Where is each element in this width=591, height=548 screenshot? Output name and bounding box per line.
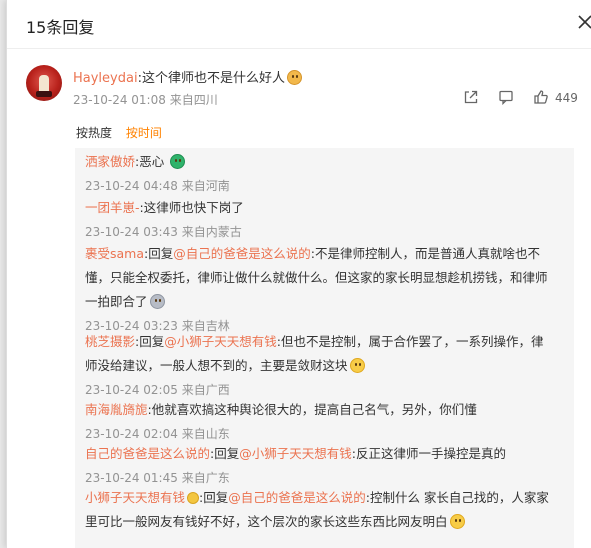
like-count: 449 — [555, 91, 578, 105]
reply-username[interactable]: 小狮子天天想有钱 — [85, 490, 185, 505]
replies-dialog: 15条回复 Hayleydai:这个律师也不是什么好人 23-10-24 01:… — [6, 0, 591, 548]
reply-time: 23-10-24 01:45 — [85, 471, 178, 485]
reply-username[interactable]: 洒家傲娇 — [85, 154, 135, 169]
reply-text: :恶心 — [135, 154, 165, 169]
reply-username[interactable]: 南海胤旖旎 — [85, 402, 148, 417]
main-comment-line: Hayleydai:这个律师也不是什么好人 — [73, 67, 302, 86]
reply-item: 裹受sama:回复@自己的爸爸是这么说的:不是律师控制人，而是普通人真就啥也不 … — [85, 242, 565, 338]
main-comment-text: :这个律师也不是什么好人 — [137, 71, 285, 86]
main-comment-meta: 23-10-24 01:08 来自四川 — [73, 91, 218, 108]
reply-text: :反正这律师一手操控是真的 — [351, 446, 506, 461]
share-icon[interactable] — [463, 89, 479, 105]
reply-item: 南海胤旖旎:他就喜欢搞这种舆论很大的，提高自己名气，另外，你们懂 23-10-2… — [85, 398, 565, 446]
cat-emoji-icon — [286, 70, 302, 85]
reply-text: :不是律师控制人，而是普通人真就啥也不 — [310, 246, 540, 261]
reply-location: 来自山东 — [181, 427, 230, 441]
reply-text: :但也不是控制，属于合作罢了，一系列操作，律 — [276, 334, 544, 349]
reply-item: 小狮子天天想有钱 :回复@自己的爸爸是这么说的:控制什么 家长自己找的，人家家 里… — [85, 486, 565, 534]
reply-thread: 洒家傲娇:恶心 23-10-24 04:48 来自河南 一团羊崽-:这律师也快下… — [75, 148, 574, 548]
reply-mention[interactable]: @小狮子天天想有钱 — [164, 334, 277, 349]
reply-username[interactable]: 桃芝摄影 — [85, 334, 135, 349]
reply-prefix: :回复 — [135, 334, 165, 349]
reply-time: 23-10-24 04:48 — [85, 179, 178, 193]
reply-time: 23-10-24 02:04 — [85, 427, 178, 441]
reply-prefix: :回复 — [144, 246, 174, 261]
reply-location: 来自广东 — [181, 471, 230, 485]
reply-item: 桃芝摄影:回复@小狮子天天想有钱:但也不是控制，属于合作罢了，一系列操作，律 师… — [85, 330, 565, 402]
like-icon[interactable] — [533, 89, 549, 105]
reply-text-cont: 懂，只能全权委托，律师让做什么就做什么。但这家的家长明显想趁机捞钱，和律师 — [85, 270, 548, 285]
reply-text-cont: 师没给建议，一般人想不到的，主要是敛财这块 — [85, 358, 348, 373]
reply-prefix: :回复 — [199, 490, 229, 505]
reply-item: 洒家傲娇:恶心 23-10-24 04:48 来自河南 — [85, 150, 565, 198]
reply-location: 来自广西 — [181, 383, 230, 397]
reply-location: 来自河南 — [181, 179, 230, 193]
reply-username[interactable]: 裹受sama — [85, 246, 144, 261]
green-emoji-icon — [170, 154, 186, 169]
main-comment-username[interactable]: Hayleydai — [73, 71, 138, 86]
reply-text: :这律师也快下岗了 — [139, 200, 244, 215]
close-icon[interactable] — [575, 12, 591, 32]
reply-location: 来自内蒙古 — [181, 225, 242, 239]
dialog-title: 15条回复 — [26, 18, 95, 37]
reply-time: 23-10-24 03:43 — [85, 225, 178, 239]
reply-time: 23-10-24 02:05 — [85, 383, 178, 397]
comment-icon[interactable] — [498, 89, 514, 105]
reply-mention[interactable]: @自己的爸爸是这么说的 — [173, 246, 311, 261]
reply-meta: 23-10-24 03:43 来自内蒙古 — [85, 220, 565, 244]
sort-tabs: 按热度 按时间 — [76, 124, 172, 141]
verified-badge-icon — [187, 492, 200, 504]
laughing-emoji-icon — [349, 358, 365, 373]
reply-text-cont: 一拍即合了 — [85, 294, 148, 309]
reply-prefix: :回复 — [210, 446, 240, 461]
reply-username[interactable]: 自己的爸爸是这么说的 — [85, 446, 210, 461]
dialog-header: 15条回复 — [7, 0, 591, 49]
reply-text: :他就喜欢搞这种舆论很大的，提高自己名气，另外，你们懂 — [147, 402, 477, 417]
reply-meta: 23-10-24 04:48 来自河南 — [85, 174, 565, 198]
main-comment-location: 来自四川 — [169, 93, 218, 107]
avatar[interactable] — [26, 65, 62, 101]
reply-mention[interactable]: @自己的爸爸是这么说的 — [228, 490, 366, 505]
sort-by-hot[interactable]: 按热度 — [76, 126, 112, 140]
reply-item: 一团羊崽-:这律师也快下岗了 23-10-24 03:43 来自内蒙古 — [85, 196, 565, 244]
reply-item: 自己的爸爸是这么说的:回复@小狮子天天想有钱:反正这律师一手操控是真的 23-1… — [85, 442, 565, 490]
reply-text: :控制什么 家长自己找的，人家家 — [365, 490, 549, 505]
reply-username[interactable]: 一团羊崽- — [85, 200, 140, 215]
crying-emoji-icon — [449, 514, 465, 529]
sort-by-time[interactable]: 按时间 — [126, 126, 162, 140]
main-comment-time: 23-10-24 01:08 — [73, 93, 166, 107]
reply-mention[interactable]: @小狮子天天想有钱 — [239, 446, 352, 461]
cry-face-emoji-icon — [149, 294, 165, 309]
reply-text-cont: 里可比一般网友有钱好不好，这个层次的家长这些东西比网友明白 — [85, 514, 448, 529]
